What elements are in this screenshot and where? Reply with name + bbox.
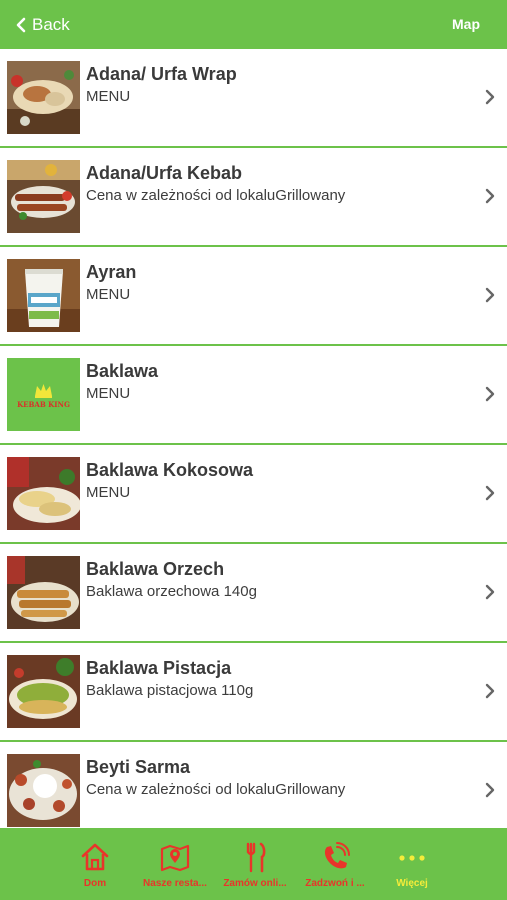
chevron-right-icon <box>485 782 495 798</box>
item-thumbnail: KEBAB KING <box>7 358 80 431</box>
item-thumbnail <box>7 160 80 233</box>
list-item[interactable]: Baklawa Pistacja Baklawa pistacjowa 110g <box>0 643 507 742</box>
chevron-right-icon <box>485 287 495 303</box>
tab-label: Dom <box>83 878 107 889</box>
tab-order-online[interactable]: Zamów onli... <box>214 828 296 900</box>
item-title: Baklawa Kokosowa <box>86 460 254 480</box>
list-item[interactable]: Adana/Urfa Kebab Cena w zależności od lo… <box>0 148 507 247</box>
home-icon <box>81 843 109 871</box>
item-thumbnail <box>7 754 80 827</box>
item-subtitle: Cena w zależności od lokaluGrillowany <box>86 187 346 204</box>
fork-knife-icon <box>246 842 266 873</box>
tab-home[interactable]: Dom <box>54 828 136 900</box>
kebab-king-logo: KEBAB KING <box>7 358 80 431</box>
item-thumbnail <box>7 259 80 332</box>
tab-call[interactable]: Zadzwoń i ... <box>294 828 376 900</box>
tab-label: Więcej <box>396 878 428 889</box>
chevron-left-icon <box>16 17 26 33</box>
chevron-right-icon <box>485 386 495 402</box>
item-subtitle: Cena w zależności od lokaluGrillowany <box>86 781 346 798</box>
back-label: Back <box>32 15 70 34</box>
item-thumbnail <box>7 556 80 629</box>
menu-list: Adana/ Urfa Wrap MENU Adana/Urfa Kebab C… <box>0 49 507 828</box>
tab-more[interactable]: Więcej <box>371 828 453 900</box>
item-title: Baklawa Pistacja <box>86 658 232 678</box>
list-item[interactable]: Beyti Sarma Cena w zależności od lokaluG… <box>0 742 507 828</box>
item-title: Adana/ Urfa Wrap <box>86 64 237 84</box>
back-button[interactable]: Back <box>16 14 70 36</box>
chevron-right-icon <box>485 584 495 600</box>
item-subtitle: Baklawa pistacjowa 110g <box>86 682 254 699</box>
tab-bar: Dom Nasze resta... Zamów onli... Zadzwoń… <box>0 828 507 900</box>
item-title: Adana/Urfa Kebab <box>86 163 243 183</box>
phone-icon <box>324 842 350 869</box>
item-subtitle: MENU <box>86 88 131 105</box>
item-thumbnail <box>7 457 80 530</box>
list-item[interactable]: Baklawa Orzech Baklawa orzechowa 140g <box>0 544 507 643</box>
svg-text:KEBAB KING: KEBAB KING <box>17 400 70 409</box>
item-subtitle: MENU <box>86 484 131 501</box>
list-item[interactable]: Ayran MENU <box>0 247 507 346</box>
list-item[interactable]: Adana/ Urfa Wrap MENU <box>0 49 507 148</box>
item-thumbnail <box>7 655 80 728</box>
item-title: Beyti Sarma <box>86 757 191 777</box>
list-item[interactable]: KEBAB KING Baklawa MENU <box>0 346 507 445</box>
item-subtitle: Baklawa orzechowa 140g <box>86 583 257 600</box>
item-title: Ayran <box>86 262 137 282</box>
chevron-right-icon <box>485 89 495 105</box>
tab-label: Zamów onli... <box>223 878 287 889</box>
tab-label: Zadzwoń i ... <box>305 878 365 889</box>
tab-restaurants[interactable]: Nasze resta... <box>134 828 216 900</box>
item-subtitle: MENU <box>86 286 131 303</box>
navigation-bar: Back Map <box>0 0 507 49</box>
item-title: Baklawa Orzech <box>86 559 225 579</box>
map-pin-icon <box>160 844 190 872</box>
chevron-right-icon <box>485 683 495 699</box>
map-button[interactable]: Map <box>452 16 480 32</box>
chevron-right-icon <box>485 485 495 501</box>
more-dots-icon <box>399 855 425 861</box>
item-thumbnail <box>7 61 80 134</box>
chevron-right-icon <box>485 188 495 204</box>
item-subtitle: MENU <box>86 385 131 402</box>
list-item[interactable]: Baklawa Kokosowa MENU <box>0 445 507 544</box>
item-title: Baklawa <box>86 361 159 381</box>
tab-label: Nasze resta... <box>143 878 207 889</box>
